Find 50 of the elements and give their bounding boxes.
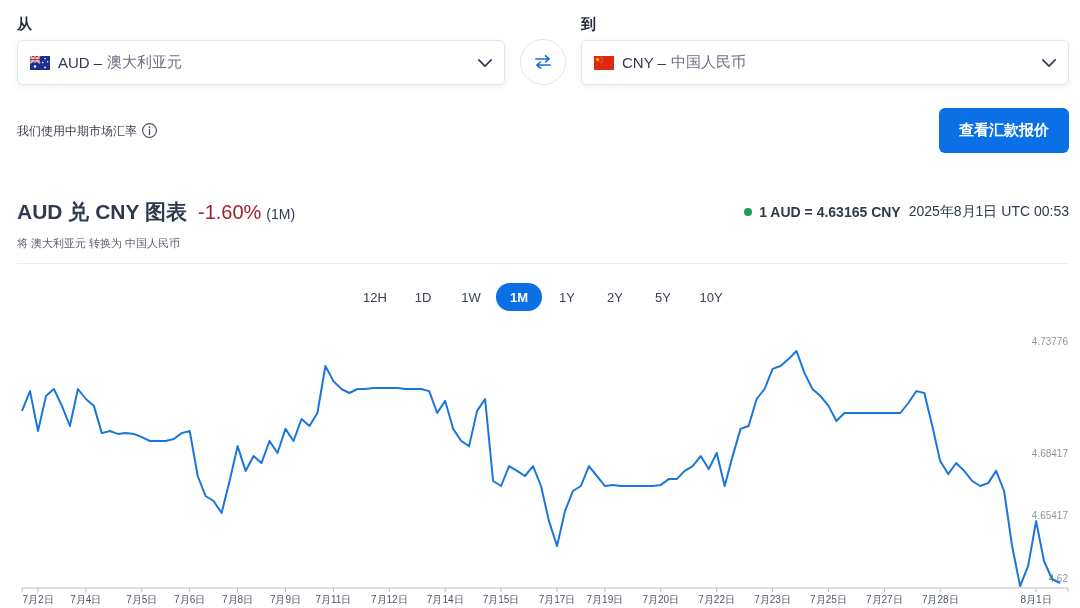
period-tab[interactable]: 10Y — [688, 283, 734, 311]
axis-tick-label: 7月27日 — [866, 594, 903, 605]
axis-tick-label: 4.65417 — [1031, 510, 1068, 522]
axis-tick-label: 7月17日 — [538, 594, 576, 605]
rate-note: 我们使用中期市场汇率 — [17, 122, 137, 139]
swap-arrows-icon — [535, 55, 551, 69]
exchange-rate: 1 AUD = 4.63165 CNY — [759, 204, 901, 220]
period-tab[interactable]: 5Y — [640, 283, 686, 311]
percent-change: -1.60% — [197, 201, 262, 224]
currency-dropdown[interactable]: CNY – 中国人民币 — [581, 40, 1069, 85]
period-tab[interactable]: 1D — [400, 283, 446, 311]
axis-tick-label: 7月12日 — [370, 594, 408, 605]
axis-tick-label: 7月2日 — [22, 594, 54, 605]
axis-tick-label: 7月11日 — [315, 594, 352, 605]
axis-tick-label: 7月19日 — [586, 594, 624, 605]
axis-tick-label: 7月25日 — [810, 594, 847, 605]
chart-subtitle: 将 澳大利亚元 转换为 中国人民币 — [17, 236, 181, 250]
flag-icon — [594, 55, 614, 70]
period-tab[interactable]: 2Y — [592, 283, 638, 311]
axis-tick-label: 7月20日 — [642, 594, 680, 605]
axis-tick-label: 7月22日 — [698, 594, 735, 605]
chevron-down-icon — [1042, 58, 1056, 67]
axis-tick-label: 7月23日 — [754, 594, 791, 605]
axis-tick-label: 7月15日 — [482, 594, 520, 605]
period-tab[interactable]: 1W — [448, 283, 494, 311]
swap-button[interactable] — [520, 39, 566, 85]
axis-tick-label: 4.68417 — [1031, 447, 1068, 459]
axis-tick-label: 8月1日 — [1020, 594, 1052, 605]
axis-tick-label: 7月9日 — [269, 594, 302, 605]
axis-tick-label: 7月14日 — [426, 594, 464, 605]
axis-tick-label: 7月28日 — [921, 594, 959, 605]
axis-tick-label: 7月5日 — [126, 594, 158, 605]
axis-tick-label: 7月6日 — [174, 594, 206, 605]
period-tab[interactable]: 1M — [496, 283, 542, 311]
chart-title: AUD 兑 CNY 图表 — [17, 199, 187, 225]
field-label: 从 — [17, 14, 32, 34]
info-icon[interactable] — [142, 123, 157, 138]
axis-tick-label: 4.73776 — [1031, 335, 1068, 347]
period-tab[interactable]: 12H — [352, 283, 398, 311]
axis-tick-label: 7月4日 — [70, 594, 102, 605]
chevron-down-icon — [478, 58, 492, 67]
status-dot-icon — [744, 208, 753, 216]
currency-dropdown[interactable]: AUD – 澳大利亚元 — [17, 40, 505, 85]
flag-icon — [30, 55, 50, 70]
quote-button[interactable]: 查看汇款报价 — [939, 108, 1069, 153]
axis-tick-label: 7月8日 — [222, 594, 254, 605]
timestamp: 2025年8月1日 UTC 00:53 — [908, 203, 1069, 221]
period-tab[interactable]: 1Y — [544, 283, 590, 311]
field-label: 到 — [581, 14, 596, 34]
period-label: (1M) — [266, 206, 296, 222]
